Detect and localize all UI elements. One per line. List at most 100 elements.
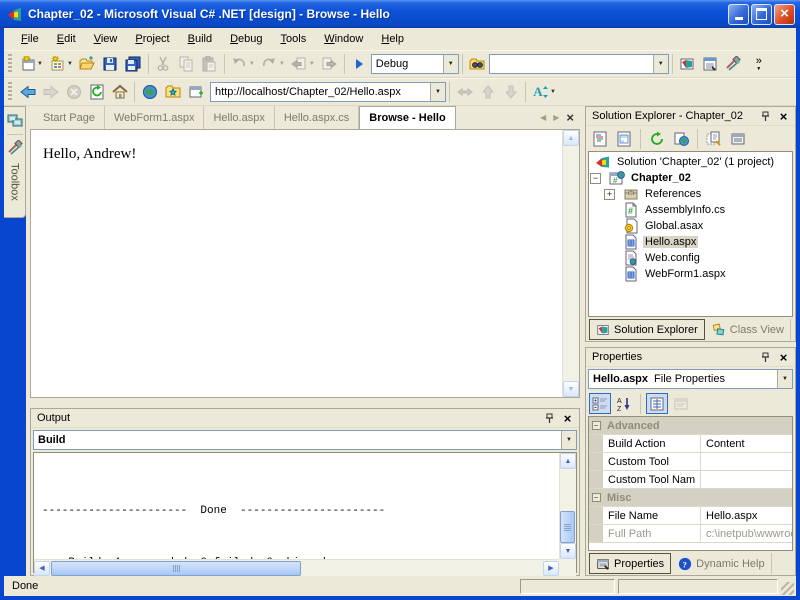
menu-debug[interactable]: Debug xyxy=(221,30,271,48)
tree-item-webform1-aspx[interactable]: WebForm1.aspx xyxy=(589,266,792,282)
tree-item-solution[interactable]: Solution 'Chapter_02' (1 project) xyxy=(589,154,792,170)
close-icon[interactable] xyxy=(776,109,791,123)
menu-build[interactable]: Build xyxy=(179,30,221,48)
scroll-up-icon[interactable] xyxy=(560,453,576,469)
close-document-icon[interactable] xyxy=(566,111,574,124)
stop-icon[interactable] xyxy=(62,81,85,103)
font-size-dropdown-icon[interactable]: ▼ xyxy=(550,89,556,95)
alphabetical-icon[interactable]: AZ xyxy=(613,393,635,414)
toolbox-tab-label[interactable]: Toolbox xyxy=(9,163,21,201)
refresh-icon[interactable] xyxy=(85,81,108,103)
tab-start-page[interactable]: Start Page xyxy=(34,106,105,129)
toolbox-icon[interactable] xyxy=(6,139,24,157)
back-icon[interactable] xyxy=(16,81,39,103)
categorized-icon[interactable] xyxy=(589,393,611,414)
maximize-button[interactable] xyxy=(751,4,772,25)
address-url[interactable]: http://localhost/Chapter_02/Hello.aspx xyxy=(211,86,430,98)
solution-explorer-icon[interactable] xyxy=(676,53,699,75)
collapse-icon[interactable] xyxy=(592,493,601,502)
toolbar-grip[interactable] xyxy=(8,82,12,102)
scrollbar-thumb[interactable] xyxy=(51,561,301,576)
navigate-forward-icon[interactable] xyxy=(318,53,341,75)
property-pages-icon[interactable] xyxy=(670,393,692,414)
property-value[interactable] xyxy=(701,453,792,470)
save-all-icon[interactable] xyxy=(122,53,145,75)
refresh-icon[interactable] xyxy=(646,128,668,149)
tab-properties[interactable]: Properties xyxy=(589,553,671,574)
menu-help[interactable]: Help xyxy=(372,30,413,48)
tab-hello-aspx-cs[interactable]: Hello.aspx.cs xyxy=(275,106,359,129)
tab-browse-hello[interactable]: Browse - Hello xyxy=(359,106,455,129)
tab-webform1-aspx[interactable]: WebForm1.aspx xyxy=(105,106,205,129)
property-row-custom-tool[interactable]: Custom Tool xyxy=(589,453,792,471)
scroll-up-icon[interactable] xyxy=(563,130,579,146)
menu-edit[interactable]: Edit xyxy=(48,30,85,48)
copy-project-icon[interactable] xyxy=(670,128,692,149)
property-row-build-action[interactable]: Build Action Content xyxy=(589,435,792,453)
output-text[interactable]: ---------------------- Done ------------… xyxy=(34,453,559,559)
output-pane-combo[interactable]: Build xyxy=(33,430,577,450)
chevron-down-icon[interactable] xyxy=(777,370,792,388)
redo-icon[interactable] xyxy=(258,53,281,75)
properties-view-icon[interactable] xyxy=(646,393,668,414)
tree-item-label[interactable]: Global.asax xyxy=(643,220,705,232)
tab-solution-explorer[interactable]: Solution Explorer xyxy=(589,319,705,340)
menu-file[interactable]: File xyxy=(12,30,48,48)
new-project-icon[interactable] xyxy=(16,53,39,75)
scroll-tabs-right-icon[interactable] xyxy=(553,114,559,122)
chevron-down-icon[interactable] xyxy=(443,55,458,73)
tree-item-label[interactable]: References xyxy=(643,188,703,200)
property-category-advanced[interactable]: Advanced xyxy=(589,417,792,435)
tree-item-references[interactable]: References xyxy=(589,186,792,202)
property-row-custom-tool-namespace[interactable]: Custom Tool Nam xyxy=(589,471,792,489)
tree-item-label[interactable]: AssemblyInfo.cs xyxy=(643,204,727,216)
toolbar-overflow-icon[interactable] xyxy=(751,57,767,72)
show-all-files-icon[interactable] xyxy=(703,128,725,149)
close-icon[interactable] xyxy=(560,411,575,425)
new-project-dropdown-icon[interactable]: ▼ xyxy=(37,61,43,67)
scroll-left-icon[interactable] xyxy=(34,561,50,576)
property-row-full-path[interactable]: Full Path c:\inetpub\wwwroot\C xyxy=(589,525,792,543)
chevron-down-icon[interactable] xyxy=(430,83,445,101)
resize-grip[interactable] xyxy=(781,582,794,595)
tab-class-view[interactable]: Class View xyxy=(706,319,791,340)
home-icon[interactable] xyxy=(108,81,131,103)
move-down-icon[interactable] xyxy=(499,81,522,103)
scroll-down-icon[interactable] xyxy=(560,543,576,559)
start-debug-icon[interactable] xyxy=(348,53,371,75)
property-category-misc[interactable]: Misc xyxy=(589,489,792,507)
minimize-button[interactable] xyxy=(728,4,749,25)
favorites-icon[interactable] xyxy=(161,81,184,103)
undo-icon[interactable] xyxy=(228,53,251,75)
property-value[interactable]: Hello.aspx xyxy=(701,507,792,524)
tree-item-global-asax[interactable]: Global.asax xyxy=(589,218,792,234)
tree-item-label[interactable]: WebForm1.aspx xyxy=(643,268,728,280)
tree-item-label[interactable]: Chapter_02 xyxy=(629,172,693,184)
tree-item-label[interactable]: Hello.aspx xyxy=(643,236,698,248)
new-window-icon[interactable] xyxy=(184,81,207,103)
move-up-icon[interactable] xyxy=(476,81,499,103)
paste-icon[interactable] xyxy=(198,53,221,75)
property-value[interactable]: Content xyxy=(701,435,792,452)
menu-tools[interactable]: Tools xyxy=(272,30,316,48)
open-file-icon[interactable] xyxy=(76,53,99,75)
output-vertical-scrollbar[interactable] xyxy=(559,453,576,559)
properties-object-combo[interactable]: Hello.aspx File Properties xyxy=(588,369,793,389)
font-size-icon[interactable]: A xyxy=(529,81,552,103)
toolbox-icon[interactable] xyxy=(722,53,745,75)
properties-window-icon[interactable] xyxy=(699,53,722,75)
tree-item-label[interactable]: Web.config xyxy=(643,252,702,264)
scroll-right-icon[interactable] xyxy=(543,561,559,576)
debug-configuration-combo[interactable]: Debug xyxy=(371,54,459,74)
forward-icon[interactable] xyxy=(39,81,62,103)
browser-document[interactable]: Hello, Andrew! xyxy=(31,130,562,397)
tab-hello-aspx[interactable]: Hello.aspx xyxy=(204,106,274,129)
toolbox-tab[interactable]: Toolbox xyxy=(4,106,26,218)
menu-project[interactable]: Project xyxy=(126,30,178,48)
navigate-back-icon[interactable] xyxy=(288,53,311,75)
tree-item-project[interactable]: # Chapter_02 xyxy=(589,170,792,186)
scrollbar-thumb[interactable] xyxy=(560,511,575,543)
tree-item-label[interactable]: Solution 'Chapter_02' (1 project) xyxy=(615,156,776,168)
collapse-icon[interactable] xyxy=(590,173,601,184)
tab-dynamic-help[interactable]: ? Dynamic Help xyxy=(672,553,771,574)
